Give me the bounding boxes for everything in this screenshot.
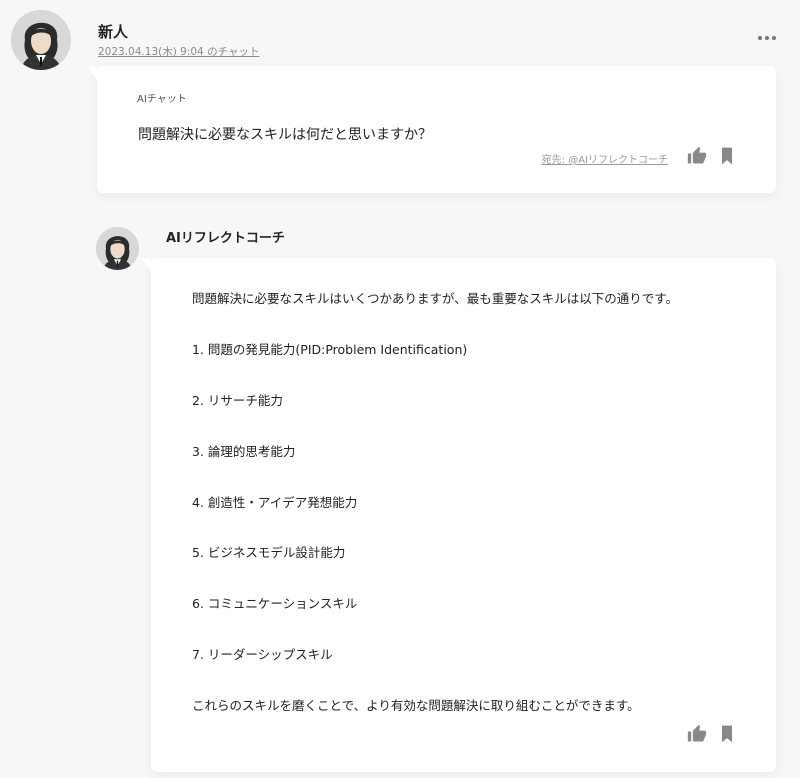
ai-avatar[interactable] (96, 227, 139, 270)
answer-card: 問題解決に必要なスキルはいくつかありますが、最も重要なスキルは以下の通りです。 … (141, 258, 776, 772)
bookmark-icon[interactable] (717, 146, 737, 166)
answer-intro: 問題解決に必要なスキルはいくつかありますが、最も重要なスキルは以下の通りです。 (192, 291, 679, 306)
answer-conclusion: これらのスキルを磨くことで、より有効な問題解決に取り組むことができます。 (192, 698, 640, 713)
answer-list-item: 5. ビジネスモデル設計能力 (192, 545, 346, 560)
chat-page: 新人 2023.04.13(木) 9:04 のチャット AIチャット 問題解決に… (0, 0, 800, 778)
ai-name: AIリフレクトコーチ (166, 231, 285, 246)
question-card: AIチャット 問題解決に必要なスキルは何だと思いますか？ 宛先: @AIリフレク… (87, 66, 776, 193)
speech-tail (87, 66, 97, 80)
answer-list-item: 4. 創造性・アイデア発想能力 (192, 495, 358, 510)
answer-list-item: 7. リーダーシップスキル (192, 647, 333, 662)
question-text: 問題解決に必要なスキルは何だと思いますか？ (138, 127, 432, 143)
chat-timestamp-link[interactable]: 2023.04.13(木) 9:04 のチャット (98, 44, 259, 59)
answer-list-item: 3. 論理的思考能力 (192, 444, 296, 459)
chat-type-label: AIチャット (137, 94, 187, 105)
more-icon[interactable] (754, 28, 780, 48)
thumbs-up-icon[interactable] (687, 146, 707, 166)
user-avatar[interactable] (11, 10, 71, 70)
recipient-link[interactable]: 宛先: @AIリフレクトコーチ (542, 151, 668, 166)
bookmark-icon[interactable] (717, 724, 737, 744)
answer-list-item: 1. 問題の発見能力(PID:Problem Identification) (192, 342, 468, 357)
answer-list-item: 6. コミュニケーションスキル (192, 596, 358, 611)
thumbs-up-icon[interactable] (687, 724, 707, 744)
answer-list-item: 2. リサーチ能力 (192, 393, 283, 408)
user-name: 新人 (98, 23, 129, 41)
speech-tail (141, 258, 151, 272)
